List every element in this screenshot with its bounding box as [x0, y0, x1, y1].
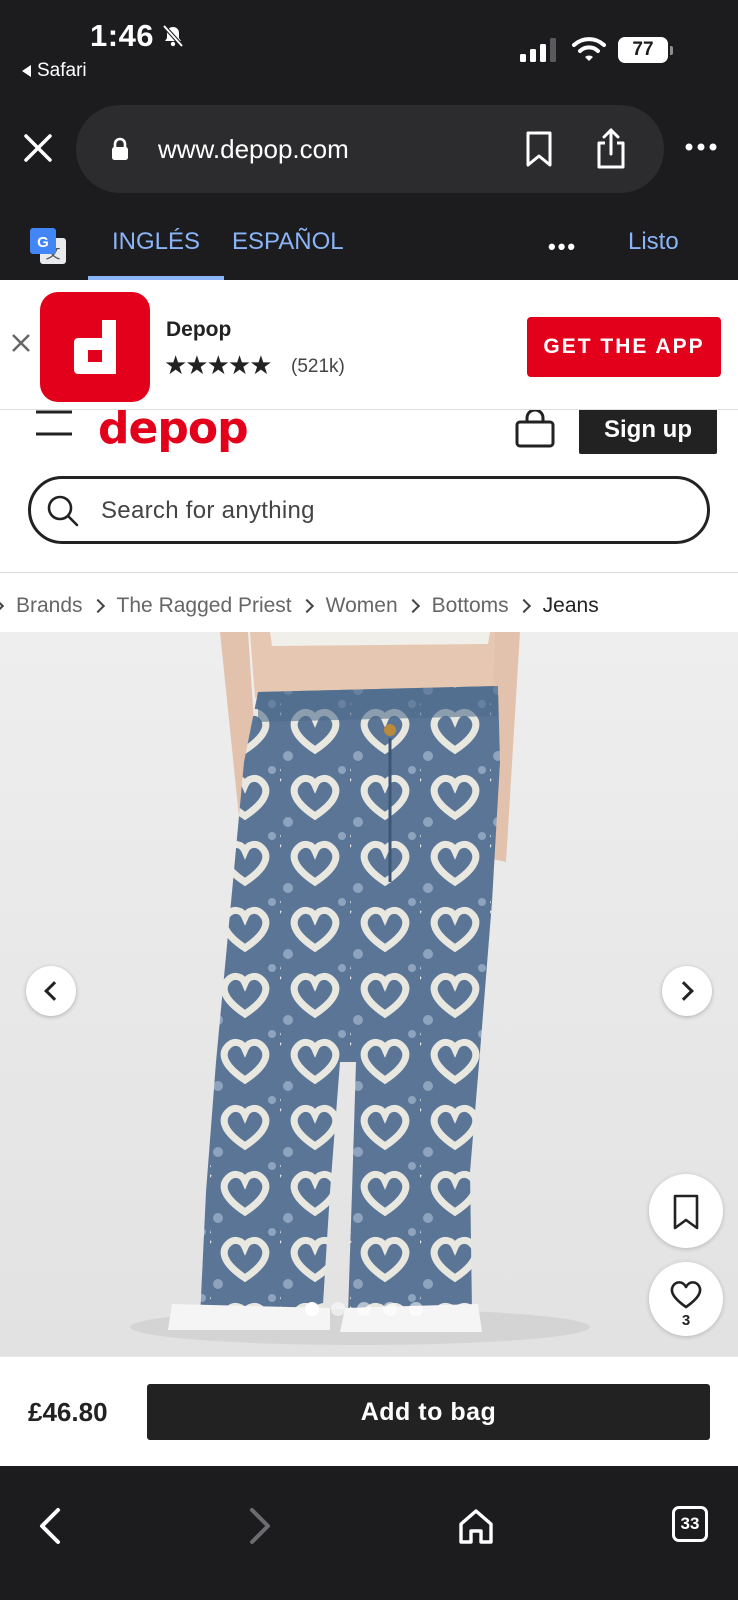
sign-up-button[interactable]: Sign up	[579, 406, 717, 454]
tab-language-english[interactable]: INGLÉS	[88, 228, 225, 280]
more-options-icon[interactable]	[684, 140, 718, 154]
breadcrumb-brands[interactable]: Brands	[16, 594, 83, 618]
translate-bar: 文 G INGLÉS ESPAÑOL ••• Listo	[0, 200, 738, 280]
bookmark-icon[interactable]	[524, 131, 554, 167]
carousel-dot[interactable]	[357, 1302, 371, 1316]
rating-count: (521k)	[291, 356, 345, 377]
depop-logo[interactable]: depop	[98, 404, 249, 454]
forward-arrow-icon[interactable]	[246, 1506, 276, 1546]
depop-app-icon[interactable]	[40, 292, 150, 402]
cellular-signal-icon	[520, 38, 556, 62]
svg-text:G: G	[37, 234, 49, 251]
tab-switcher-button[interactable]: 33	[672, 1506, 708, 1542]
hamburger-menu-icon[interactable]	[34, 410, 74, 440]
search-input[interactable]: Search for anything	[101, 497, 315, 525]
search-bar[interactable]: Search for anything	[28, 476, 710, 544]
banner-close-icon[interactable]	[10, 332, 32, 354]
back-app-label: Safari	[37, 60, 87, 81]
product-image-gallery[interactable]: 3	[0, 632, 738, 1356]
battery-indicator: 77	[618, 37, 673, 63]
chevron-right-icon	[405, 598, 420, 614]
site-header: depop Sign up	[0, 404, 738, 460]
share-icon[interactable]	[594, 127, 628, 169]
breadcrumb-brand[interactable]: The Ragged Priest	[117, 594, 292, 618]
next-image-button[interactable]	[662, 966, 712, 1016]
depop-d-logo-icon	[74, 320, 116, 374]
tab-language-spanish[interactable]: ESPAÑOL	[232, 228, 344, 256]
google-translate-icon: 文 G	[30, 228, 66, 264]
home-icon[interactable]	[456, 1506, 496, 1546]
chevron-right-icon	[0, 598, 5, 614]
like-button[interactable]: 3	[649, 1262, 723, 1336]
chevron-right-icon	[516, 598, 531, 614]
url-text: www.depop.com	[158, 134, 349, 164]
carousel-dot[interactable]	[331, 1302, 345, 1316]
smart-app-banner: Depop ★★★★★ (521k) GET THE APP	[0, 280, 738, 410]
add-to-bag-button[interactable]: Add to bag	[147, 1384, 710, 1440]
get-the-app-button[interactable]: GET THE APP	[527, 317, 721, 377]
close-icon[interactable]	[20, 130, 56, 166]
translate-more-button[interactable]: •••	[548, 234, 577, 260]
header-divider	[0, 572, 738, 573]
back-triangle-icon	[22, 65, 31, 77]
save-listing-button[interactable]	[649, 1174, 723, 1248]
lock-icon	[112, 137, 128, 160]
back-to-safari[interactable]: Safari	[22, 60, 87, 82]
chevron-left-icon	[44, 981, 64, 1001]
breadcrumb: Brands The Ragged Priest Women Bottoms J…	[0, 588, 738, 624]
like-count: 3	[681, 1312, 691, 1329]
rating-stars: ★★★★★	[164, 350, 273, 380]
app-name: Depop	[166, 318, 232, 341]
battery-level: 77	[632, 39, 654, 60]
buy-bar: £46.80 Add to bag	[0, 1356, 738, 1466]
previous-image-button[interactable]	[26, 966, 76, 1016]
chevron-right-icon	[299, 598, 314, 614]
bookmark-icon	[673, 1194, 699, 1230]
bell-slash-icon	[162, 24, 184, 48]
status-bar: 1:46 Safari 77	[0, 0, 738, 100]
chevron-right-icon	[674, 981, 694, 1001]
chevron-right-icon	[90, 598, 105, 614]
tab-count: 33	[680, 1514, 700, 1533]
address-bar[interactable]: www.depop.com	[76, 105, 664, 193]
breadcrumb-jeans[interactable]: Jeans	[543, 594, 599, 618]
breadcrumb-women[interactable]: Women	[326, 594, 398, 618]
wifi-icon	[572, 37, 606, 61]
carousel-dot[interactable]	[383, 1302, 397, 1316]
carousel-dots	[305, 1302, 423, 1316]
carousel-dot[interactable]	[409, 1302, 423, 1316]
clock: 1:46	[90, 18, 186, 54]
web-page: Depop ★★★★★ (521k) GET THE APP depop Sig…	[0, 280, 738, 1466]
shopping-bag-icon[interactable]	[514, 410, 556, 448]
clock-time: 1:46	[90, 18, 155, 53]
back-arrow-icon[interactable]	[34, 1506, 64, 1546]
browser-toolbar: 33	[0, 1466, 738, 1600]
search-icon	[47, 495, 79, 527]
translate-done-button[interactable]: Listo	[628, 228, 679, 256]
breadcrumb-bottoms[interactable]: Bottoms	[432, 594, 509, 618]
product-photo-jeans	[0, 632, 738, 1356]
price: £46.80	[28, 1397, 108, 1427]
browser-url-row: www.depop.com	[0, 100, 738, 200]
carousel-dot[interactable]	[305, 1302, 319, 1316]
